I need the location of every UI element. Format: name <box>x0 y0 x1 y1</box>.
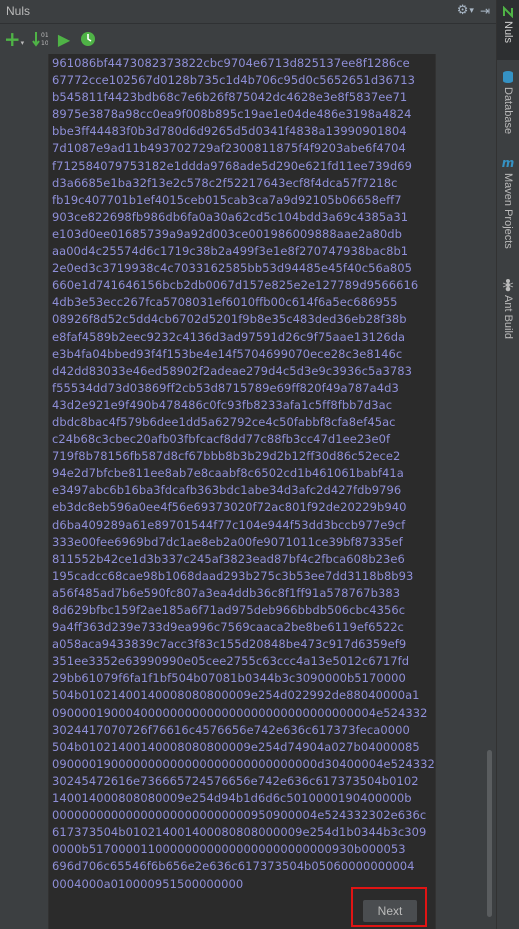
side-tab-database[interactable]: Database <box>497 66 519 146</box>
hex-line: 0900001900040000000000000000000000000000… <box>52 705 428 720</box>
side-tab-ant-build[interactable]: Ant Build <box>497 274 519 354</box>
hex-line: 903ce822698fb986db6fa0a30a62cd5c104bdd3a… <box>52 209 409 224</box>
vertical-scrollbar[interactable] <box>484 54 494 929</box>
ant-icon <box>502 279 514 292</box>
hex-line: 3024417070726f76616c4576656e742e636c6173… <box>52 722 410 737</box>
highlight-box <box>351 887 427 927</box>
hex-output-text: 961086bf4473082373822cbc9704e6713d825137… <box>52 55 436 893</box>
tool-window-header: Nuls ⚙ ▾ ⇥ <box>0 0 496 24</box>
hex-line: bbe3ff44483f0b3d780d6d9265d5d0341f4838a1… <box>52 124 407 139</box>
sort-icon: 01 10 <box>32 32 48 47</box>
run-button[interactable]: ▶ <box>54 29 74 49</box>
hex-line: e3497abc6b16ba3fdcafb363bdc1abe34d3afc2d… <box>52 483 402 498</box>
hex-line: 333e00fee6969bd7dc1ae8eb2a00fe9071011ce3… <box>52 534 403 549</box>
hex-line: e103d0ee01685739a9a92d003ce001986009888a… <box>52 226 402 241</box>
hex-line: 0000b51700001100000000000000000000000093… <box>52 842 406 857</box>
hex-line: 090000190000000000000000000000000000d304… <box>52 756 435 771</box>
hex-line: 719f8b78156fb587d8cf67bbb8b3b29d2b12ff30… <box>52 449 401 464</box>
hex-line: eb3dc8eb596a0ee4f56e69373020f72ac801f92d… <box>52 500 407 515</box>
svg-text:10: 10 <box>41 40 48 47</box>
hex-line: aa00d4c25574d6c1719c38b2a499f3e1e8f27074… <box>52 244 409 259</box>
ide-window: Nuls ⚙ ▾ ⇥ + ▾ 01 10 ▶ 961086bf447308237… <box>0 0 519 929</box>
main-content: 961086bf4473082373822cbc9704e6713d825137… <box>0 54 496 929</box>
hex-line: 8975e3878a98cc0ea9f008b895c19ae1e04de486… <box>52 107 412 122</box>
side-tab-nuls[interactable]: Nuls <box>497 0 519 60</box>
hex-line: c24b68c3cbec20afb03fbfcacf8dd77c88fb3cc4… <box>52 432 391 447</box>
side-tab-label: Ant Build <box>502 295 514 340</box>
nuls-tool-window: Nuls ⚙ ▾ ⇥ + ▾ 01 10 ▶ 961086bf447308237… <box>0 0 496 929</box>
hex-line: f712584079753182e1ddda9768ade5d290e621fd… <box>52 158 412 173</box>
side-tab-label: Database <box>502 87 514 135</box>
hex-line: 4db3e53ecc267fca5708031ef6010ffb00c614f6… <box>52 295 398 310</box>
database-icon <box>503 71 513 83</box>
hex-line: 504b01021400140008080800009e254d022992de… <box>52 688 420 703</box>
scrollbar-thumb[interactable] <box>487 750 492 917</box>
hex-line: 08926f8d52c5dd4cb6702d5201f9b8e35c483ded… <box>52 312 407 327</box>
run-play-icon: ▶ <box>57 29 71 49</box>
hex-line: 9a4ff363d239e733d9ea996c7569caaca2be8be6… <box>52 620 404 635</box>
right-tool-strip: Nuls Database m Maven Projects Ant Build <box>496 0 519 929</box>
hex-line: 30245472616e736665724576656e742e636c6173… <box>52 773 419 788</box>
hex-line: 696d706c65546f6b656e2e636c617373504b0506… <box>52 859 415 874</box>
refresh-button[interactable] <box>78 29 98 49</box>
hex-line: e8faf4589b2eec9232c4136d3ad97591d26c9f75… <box>52 329 406 344</box>
hex-line: 29bb61079f6fa1f1bf504b07081b0344b3c30900… <box>52 671 406 686</box>
hex-line: 67772cce102567d0128b735c1d4b706c95d0c565… <box>52 73 416 88</box>
add-dropdown-icon: ▾ <box>20 39 25 47</box>
sort-button[interactable]: 01 10 <box>30 29 50 49</box>
hex-line: 8d629bfbc159f2ae185a6f71ad975deb966bbdb5… <box>52 603 406 617</box>
hex-line: 660e1d741646156bcb2db0067d157e825e2e1277… <box>52 278 419 293</box>
hex-line: e3b4fa04bbed93f4f153be4e14f5704699070ece… <box>52 346 403 361</box>
hex-line: a56f485ad7b6e590fc807a3ea4ddb36c8f1ff91a… <box>52 585 401 600</box>
hex-line: fb19c407701b1ef4015ceb015cab3ca7a9d92105… <box>52 192 402 207</box>
hex-line: 7d1087e9ad11b493702729af2300811875f4f920… <box>52 141 406 156</box>
hex-line: 617373504b010214001400080808000009e254d1… <box>52 825 427 840</box>
side-tab-maven-projects[interactable]: m Maven Projects <box>497 154 519 266</box>
side-tab-label: Maven Projects <box>502 173 514 249</box>
hex-line: b545811f4423bdb68c7e6b26f875042dc4628e3e… <box>52 90 408 105</box>
hex-line: 961086bf4473082373822cbc9704e6713d825137… <box>52 56 410 70</box>
settings-gear-icon[interactable]: ⚙ <box>457 3 469 18</box>
settings-dropdown-icon[interactable]: ▾ <box>469 6 474 16</box>
hex-line: 195cadcc68cae98b1068daad293b275c3b53ee7d… <box>52 568 414 583</box>
nuls-icon <box>503 6 513 18</box>
hex-line: d3a6685e1ba32f13e2c578c2f52217643ecf8f4d… <box>52 175 398 190</box>
hex-line: 351ee3352e63990990e05cee2755c63ccc4a13e5… <box>52 654 410 669</box>
hex-line: 504b01021400140008080800009e254d74904a02… <box>52 739 420 754</box>
hex-line: 140014000808080009e254d94b1d6d6c50100001… <box>52 791 412 806</box>
hex-line: d42dd83033e46ed58902f2adeae279d4c5d3e9c3… <box>52 363 412 378</box>
hex-line: 000000000000000000000000000950900004e524… <box>52 808 427 823</box>
add-button[interactable]: + ▾ <box>4 29 24 49</box>
hex-line: 2e0ed3c3719938c4c7033162585bb53d94485e45… <box>52 261 413 276</box>
refresh-icon <box>81 32 95 46</box>
hex-line: 811552b42ce1d3b337c245af3823ead87bf4c2fb… <box>52 551 405 566</box>
add-plus-icon: + <box>3 27 21 51</box>
hex-line: dbdc8bac4f579b6dee1dd5a62792ce4c50fabbf8… <box>52 414 396 429</box>
side-tab-label: Nuls <box>502 21 514 44</box>
hex-line: a058aca9433839c7acc3f83c155d20848be473c9… <box>52 637 407 652</box>
toolbar: + ▾ 01 10 ▶ <box>0 24 496 54</box>
hide-panel-icon[interactable]: ⇥ <box>480 4 490 18</box>
hex-line: d6ba409289a61e89701544f77c104e944f53dd3b… <box>52 517 406 532</box>
hex-line: 94e2d7bfcbe811ee8ab7e8caabf8c6502cd1b461… <box>52 466 404 481</box>
header-actions: ⚙ ▾ ⇥ <box>457 3 490 18</box>
hex-line: 43d2e921e9f490b478486c0fc93fb8233afa1c5f… <box>52 397 393 412</box>
tool-window-title: Nuls <box>6 4 31 18</box>
hex-output-area[interactable]: 961086bf4473082373822cbc9704e6713d825137… <box>48 54 436 929</box>
hex-line: f55534dd73d03869ff2cb53d8715789e69ff820f… <box>52 380 399 395</box>
maven-icon: m <box>501 156 515 170</box>
svg-text:01: 01 <box>41 32 48 39</box>
